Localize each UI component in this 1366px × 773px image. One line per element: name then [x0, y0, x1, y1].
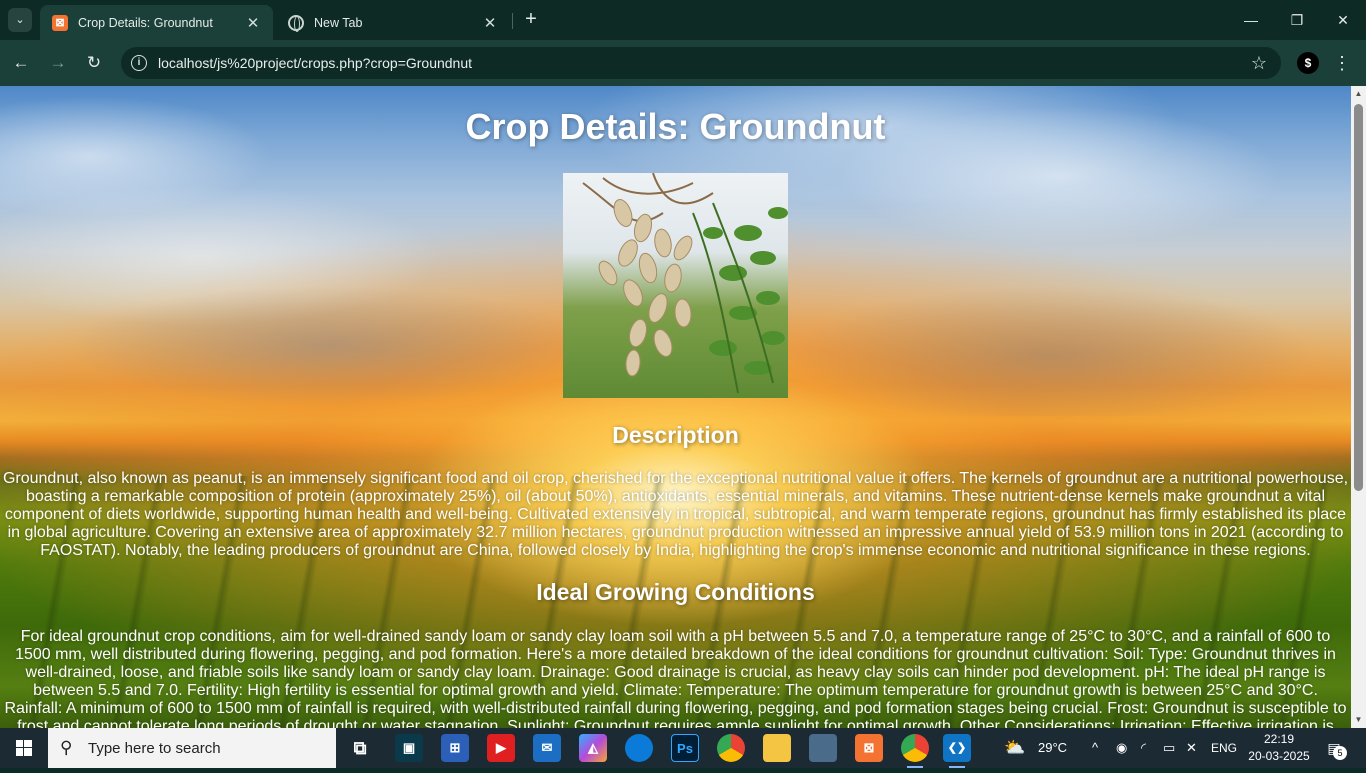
microsoft-365-icon[interactable]: ◭ — [579, 734, 607, 762]
taskbar-search-box[interactable]: ⚲ Type here to search — [48, 728, 336, 768]
chrome-icon[interactable] — [717, 734, 745, 762]
scroll-thumb[interactable] — [1354, 104, 1363, 491]
search-icon: ⚲ — [60, 738, 73, 757]
tab-search-button[interactable]: ⌄ — [8, 8, 32, 32]
maximize-button[interactable]: ❐ — [1274, 0, 1320, 40]
scroll-up-arrow-icon[interactable]: ▲ — [1351, 86, 1366, 102]
microsoft-store-icon[interactable]: ⊞ — [441, 734, 469, 762]
profile-avatar[interactable]: $ — [1297, 52, 1319, 74]
language-indicator[interactable]: ENG — [1211, 728, 1237, 768]
tab-close-icon[interactable]: ✕ — [482, 14, 498, 32]
scroll-down-arrow-icon[interactable]: ▼ — [1351, 712, 1366, 728]
page-viewport: Crop Details: Groundnut Description Grou… — [0, 86, 1351, 728]
notification-count-badge: 5 — [1333, 746, 1347, 760]
back-button[interactable]: ← — [9, 51, 33, 75]
file-explorer-icon[interactable] — [763, 734, 791, 762]
reload-button[interactable]: ↻ — [82, 51, 106, 75]
url-text[interactable]: localhost/js%20project/crops.php?crop=Gr… — [158, 55, 1247, 71]
remote-app-icon[interactable]: ▣ — [395, 734, 423, 762]
browser-toolbar: ← → ↻ i localhost/js%20project/crops.php… — [0, 40, 1366, 86]
youtube-icon[interactable]: ▶ — [487, 734, 515, 762]
description-heading: Description — [612, 422, 739, 448]
groundnut-plant-illustration — [582, 173, 788, 394]
page-title: Crop Details: Groundnut — [465, 106, 886, 147]
volume-muted-icon[interactable]: ✕ — [1186, 728, 1204, 768]
network-app-icon[interactable] — [809, 734, 837, 762]
photoshop-icon[interactable]: Ps — [671, 734, 699, 762]
xampp-icon: ⊠ — [52, 14, 68, 31]
tray-chevron-icon[interactable]: ^ — [1092, 728, 1106, 768]
bookmark-star-icon[interactable]: ☆ — [1247, 53, 1271, 74]
window-close-button[interactable]: ✕ — [1320, 0, 1366, 40]
start-button[interactable] — [0, 728, 48, 768]
browser-tab-strip: ⌄ ⊠ Crop Details: Groundnut ✕ New Tab ✕ … — [0, 0, 1366, 40]
globe-icon — [288, 14, 304, 32]
minimize-button[interactable]: — — [1228, 0, 1274, 40]
clock-date: 20-03-2025 — [1248, 749, 1310, 763]
vscode-icon[interactable]: ❮❯ — [943, 734, 971, 768]
windows-taskbar: ⚲ Type here to search ⧉ ▣ ⊞ ▶ ✉ ◭ Ps ⊠ ❮… — [0, 728, 1366, 768]
tab-title: New Tab — [314, 15, 363, 30]
meet-now-icon[interactable]: ◉ — [1116, 728, 1132, 768]
taskbar-clock[interactable]: 22:19 20-03-2025 — [1248, 731, 1310, 765]
forward-button[interactable]: → — [46, 51, 70, 75]
weather-icon[interactable]: ⛅ — [1004, 728, 1034, 768]
tab-title: Crop Details: Groundnut — [78, 15, 213, 30]
growing-conditions-text: For ideal groundnut crop conditions, aim… — [4, 628, 1347, 728]
groundnut-image — [563, 173, 788, 398]
growing-conditions-heading: Ideal Growing Conditions — [536, 579, 815, 605]
clock-time: 22:19 — [1263, 732, 1295, 746]
weather-temperature[interactable]: 29°C — [1038, 728, 1067, 768]
wifi-icon[interactable]: ◜ — [1141, 728, 1157, 768]
site-info-icon[interactable]: i — [131, 55, 147, 71]
chrome-running-icon[interactable] — [901, 734, 929, 768]
description-text: Groundnut, also known as peanut, is an i… — [2, 470, 1349, 559]
tab-divider — [512, 13, 513, 29]
new-tab-button[interactable]: + — [519, 8, 543, 32]
windows-logo-icon — [16, 740, 32, 756]
page-scrollbar[interactable]: ▲ ▼ — [1351, 86, 1366, 728]
xampp-taskbar-icon[interactable]: ⊠ — [855, 734, 883, 762]
search-placeholder: Type here to search — [88, 739, 221, 757]
tab-new-tab[interactable]: New Tab ✕ — [276, 5, 510, 40]
browser-menu-icon[interactable]: ⋮ — [1332, 51, 1352, 75]
mail-icon[interactable]: ✉ — [533, 734, 561, 762]
tab-close-icon[interactable]: ✕ — [245, 14, 261, 32]
edge-browser-icon[interactable] — [625, 734, 653, 762]
tab-crop-details[interactable]: ⊠ Crop Details: Groundnut ✕ — [40, 5, 273, 40]
address-bar[interactable]: i localhost/js%20project/crops.php?crop=… — [121, 47, 1281, 79]
battery-icon[interactable]: ▭ — [1163, 728, 1179, 768]
task-view-icon[interactable]: ⧉ — [346, 734, 374, 762]
